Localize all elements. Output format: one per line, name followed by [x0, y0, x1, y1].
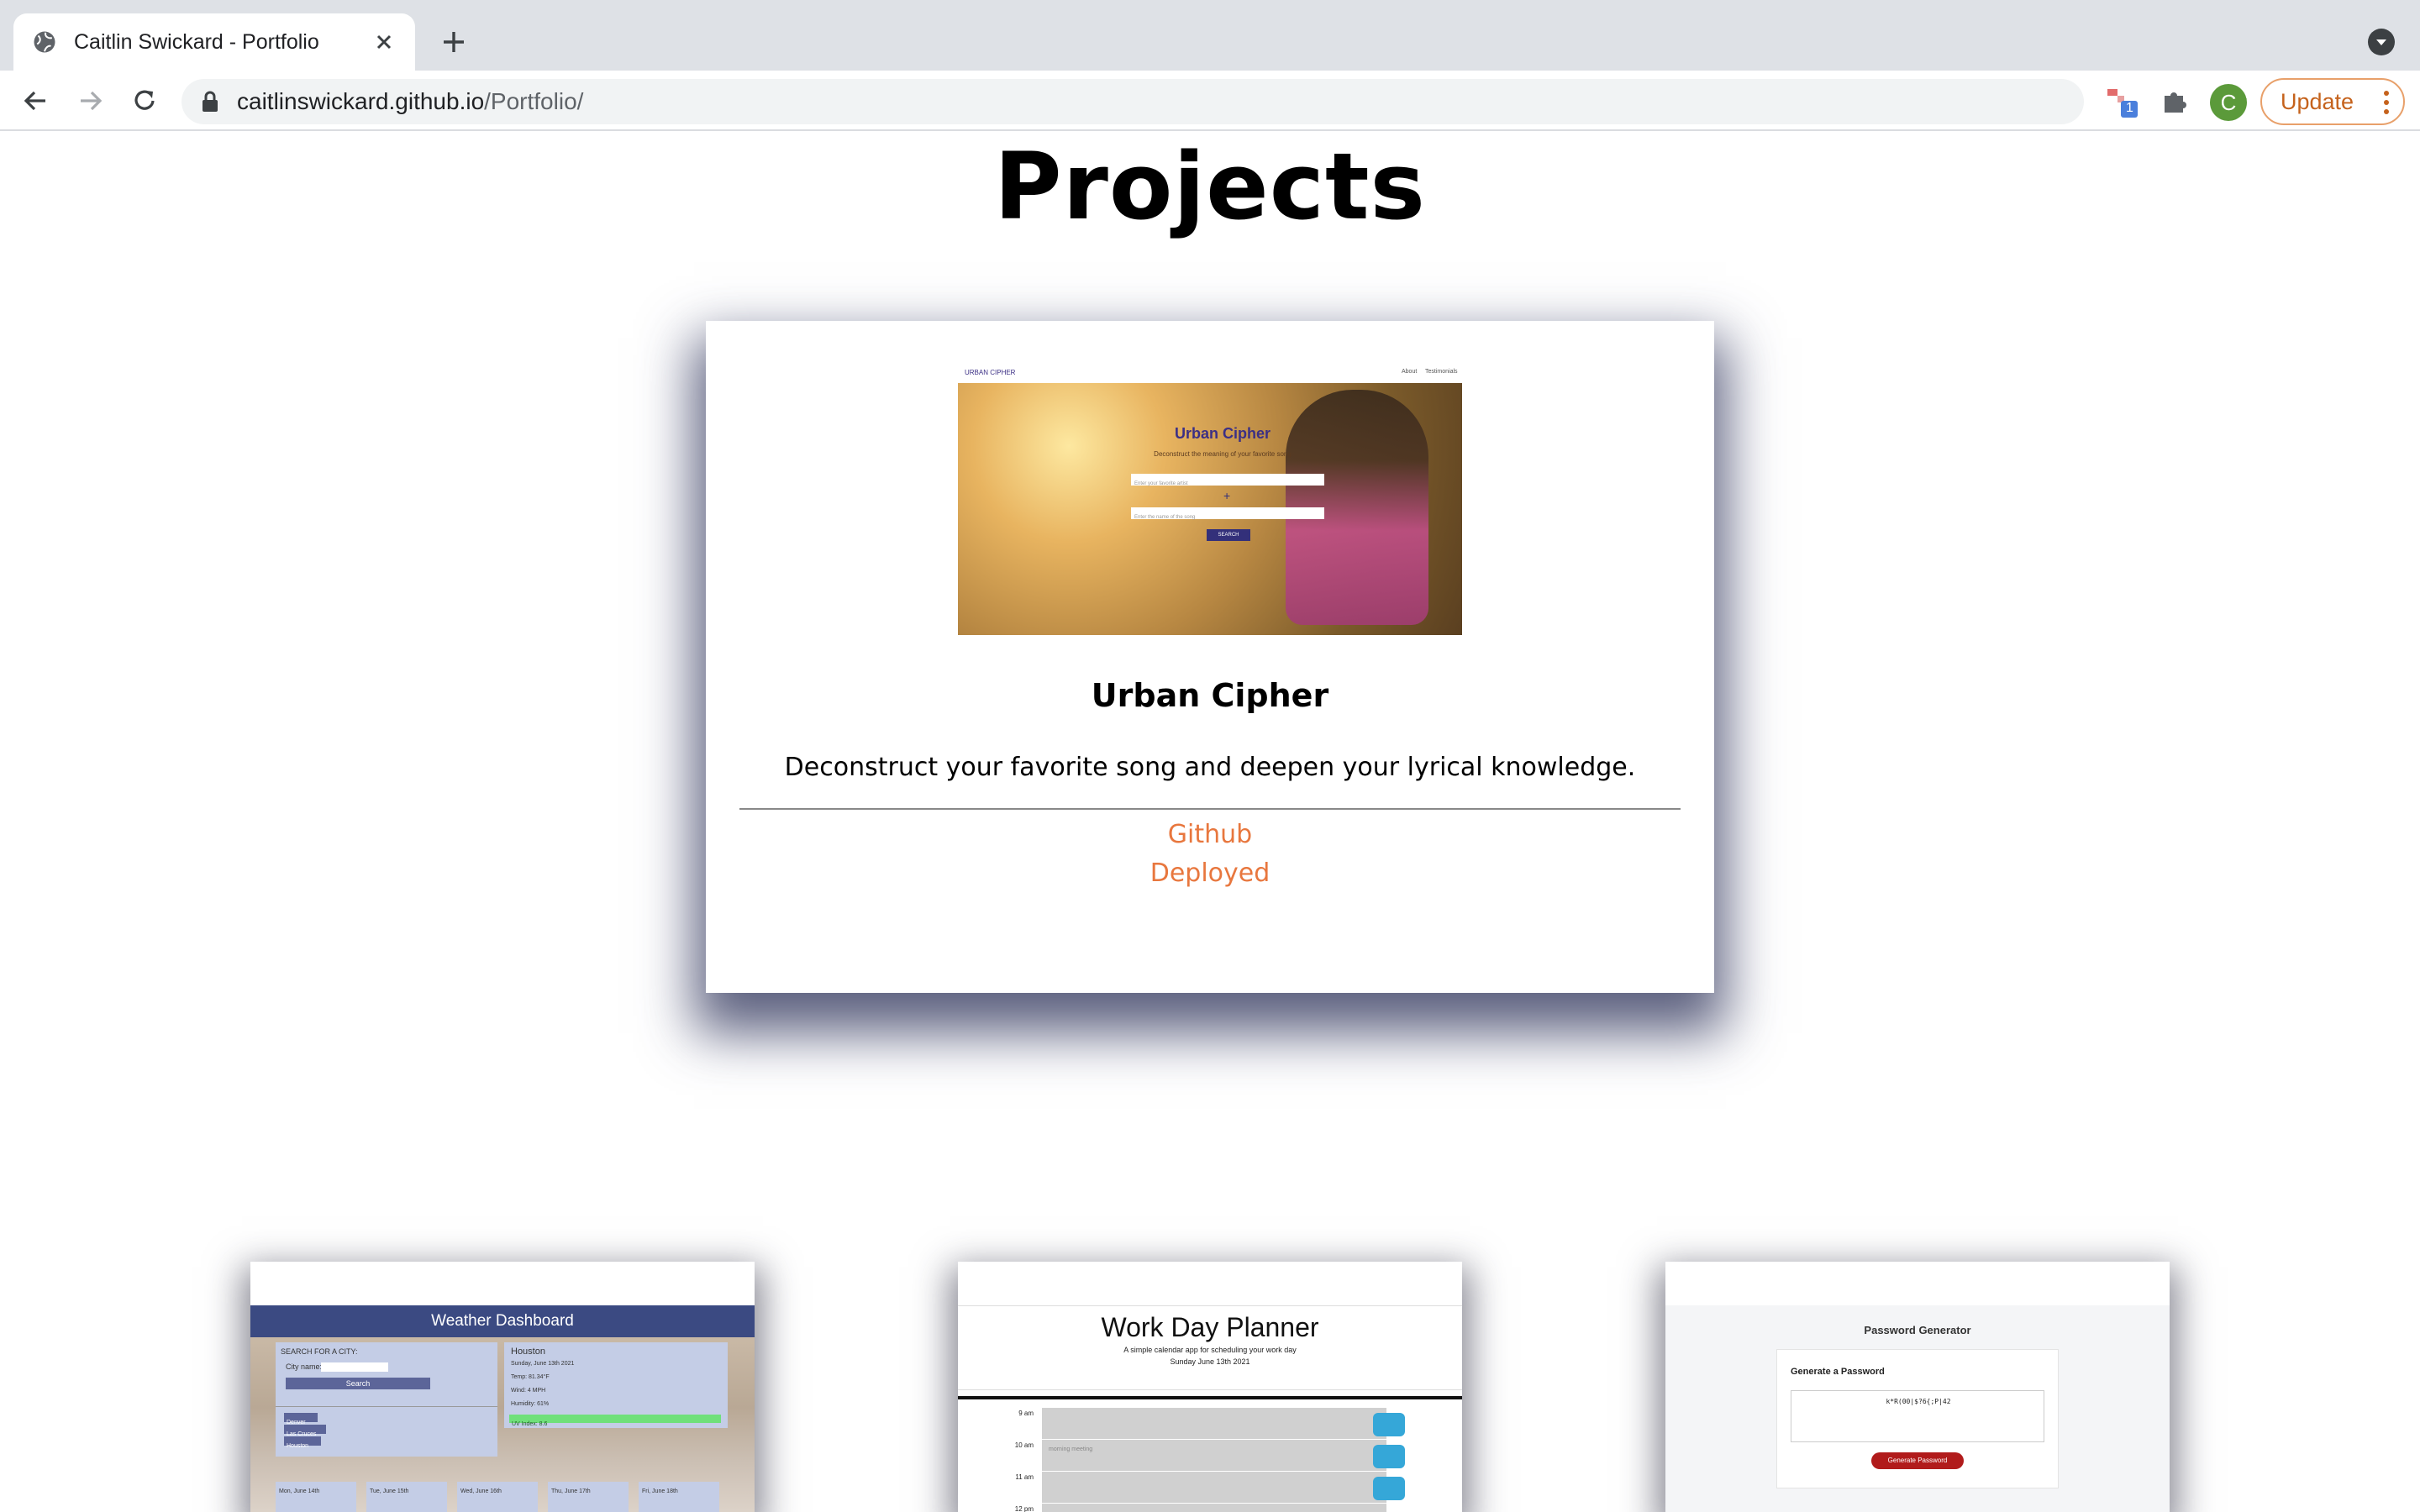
forecast-card: Thu, June 17th [548, 1482, 629, 1512]
weather-search-label: SEARCH FOR A CITY: [281, 1347, 358, 1356]
history-item: Denver [284, 1413, 318, 1425]
screenshot-nav-testimonials: Testimonials [1425, 369, 1458, 375]
puzzle-icon[interactable] [2160, 86, 2190, 116]
planner-date: Sunday June 13th 2021 [1170, 1357, 1250, 1366]
forward-icon[interactable] [76, 86, 106, 116]
history-item: Las Cruces [284, 1425, 326, 1437]
tab-strip: Caitlin Swickard - Portfolio [0, 0, 2420, 71]
update-button[interactable]: Update [2260, 78, 2405, 125]
weather-city: Houston [511, 1347, 545, 1357]
weather-humidity: Humidity: 61% [511, 1401, 550, 1407]
github-link[interactable]: Github [706, 820, 1714, 849]
reload-icon[interactable] [129, 86, 160, 116]
planner-header-border [958, 1389, 1462, 1390]
password-card: Generate a Password k*R(00|$?6{;P|42 Gen… [1776, 1349, 2059, 1488]
globe-icon [34, 31, 55, 53]
password-card-label: Generate a Password [1791, 1367, 1885, 1377]
hour-row [1042, 1472, 1386, 1504]
avatar[interactable]: C [2210, 84, 2247, 121]
project-card-weather-dashboard[interactable]: Weather Dashboard SEARCH FOR A CITY: Cit… [250, 1262, 755, 1512]
screenshot-artist-input: Enter your favorite artist [1131, 474, 1324, 486]
extension-icon[interactable]: 1 [2106, 84, 2139, 121]
uv-index-bar: UV Index: 8.6 [509, 1415, 721, 1427]
weather-date: Sunday, June 13th 2021 [511, 1361, 575, 1367]
page-viewport: Projects URBAN CIPHER About Testimonials… [0, 133, 2420, 1512]
screenshot-brand: URBAN CIPHER [965, 369, 1016, 376]
screenshot-subtitle: Deconstruct the meaning of your favorite… [1154, 450, 1292, 458]
forecast-card: Fri, June 18th [639, 1482, 719, 1512]
screenshot-nav-about: About [1402, 369, 1418, 375]
update-label: Update [2281, 88, 2354, 114]
forecast-card: Tue, June 15th [366, 1482, 447, 1512]
browser-toolbar: caitlinswickard.github.io /Portfolio/ [0, 71, 2420, 131]
page-title: Projects [993, 133, 1426, 240]
planner-divider [958, 1396, 1462, 1399]
back-icon[interactable] [20, 86, 50, 116]
url-host: caitlinswickard.github.io [237, 88, 485, 114]
save-icon [1373, 1445, 1405, 1468]
plus-icon[interactable] [437, 25, 471, 59]
weather-divider [276, 1406, 497, 1407]
screenshot-title: Urban Cipher [1174, 425, 1270, 442]
weather-city-label: City name: [286, 1362, 323, 1371]
password-output: k*R(00|$?6{;P|42 [1791, 1390, 2044, 1442]
hour-label: 10 am [1014, 1441, 1034, 1449]
tab-title: Caitlin Swickard - Portfolio [74, 29, 319, 54]
hour-label: 9 am [1018, 1410, 1034, 1417]
hour-row [1042, 1504, 1386, 1512]
lock-icon [203, 91, 218, 112]
password-value: k*R(00|$?6{;P|42 [1886, 1398, 1951, 1405]
hour-row: morning meeting [1042, 1440, 1386, 1472]
more-icon[interactable] [2383, 90, 2390, 115]
hour-label: 11 am [1015, 1473, 1034, 1481]
planner-top-border [958, 1305, 1462, 1306]
address-bar[interactable]: caitlinswickard.github.io /Portfolio/ [182, 79, 2247, 124]
divider [739, 808, 1681, 810]
project-screenshot[interactable]: URBAN CIPHER About Testimonials Urban Ci… [958, 365, 1462, 635]
weather-header: Weather Dashboard [250, 1305, 755, 1337]
forecast-card: Mon, June 14th [276, 1482, 356, 1512]
project-description: Deconstruct your favorite song and deepe… [784, 753, 1636, 782]
hour-label: 12 pm [1014, 1505, 1034, 1512]
close-icon[interactable] [371, 29, 397, 55]
planner-title: Work Day Planner [1101, 1312, 1319, 1342]
plus-icon: + [1223, 489, 1231, 502]
project-card-password-generator[interactable]: Password Generator Generate a Password k… [1665, 1262, 2170, 1512]
weather-wind: Wind: 4 MPH [511, 1388, 546, 1394]
project-card-work-day-planner[interactable]: Work Day Planner A simple calendar app f… [958, 1262, 1462, 1512]
weather-search-button: Search [286, 1378, 430, 1389]
project-title: Urban Cipher [1091, 677, 1329, 714]
history-item: Houston [284, 1436, 321, 1449]
planner-tagline: A simple calendar app for scheduling you… [1123, 1346, 1297, 1354]
save-icon [1373, 1477, 1405, 1500]
password-generator-title: Password Generator [1864, 1324, 1971, 1336]
screenshot-song-input: Enter the name of the song [1131, 507, 1324, 520]
save-icon [1373, 1413, 1405, 1436]
screenshot-nav: URBAN CIPHER About Testimonials [958, 365, 1462, 383]
tab-search-button[interactable] [2368, 29, 2395, 55]
generate-password-button: Generate Password [1871, 1452, 1964, 1469]
hour-row [1042, 1408, 1386, 1440]
extension-badge: 1 [2126, 101, 2133, 115]
deployed-link[interactable]: Deployed [706, 858, 1714, 888]
weather-temp: Temp: 81.34°F [511, 1374, 550, 1380]
weather-city-input [321, 1362, 388, 1372]
url-path: /Portfolio/ [484, 88, 584, 114]
forecast-card: Wed, June 16th [457, 1482, 538, 1512]
browser-tab[interactable]: Caitlin Swickard - Portfolio [13, 13, 415, 71]
featured-project-card: URBAN CIPHER About Testimonials Urban Ci… [706, 321, 1714, 993]
screenshot-search-button: SEARCH [1207, 529, 1250, 541]
